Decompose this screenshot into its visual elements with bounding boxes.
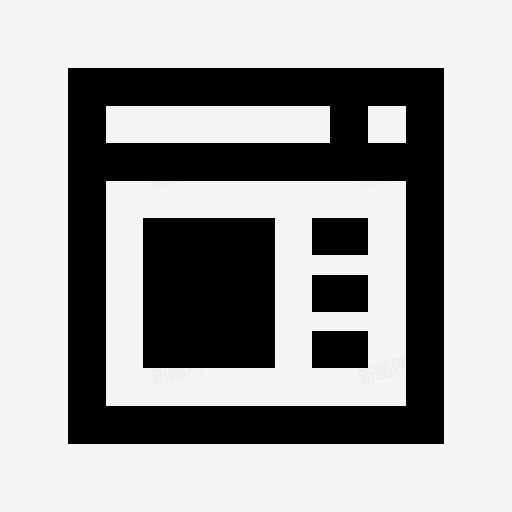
main-content-block xyxy=(143,218,275,368)
side-list-item-1 xyxy=(312,218,368,255)
icon-canvas: 新图网 新图网 新图网 新图网 xyxy=(0,0,512,512)
side-list-item-3 xyxy=(312,331,368,368)
browser-window-layout-icon: 新图网 新图网 新图网 新图网 xyxy=(0,0,512,512)
side-list-item-2 xyxy=(312,275,368,312)
